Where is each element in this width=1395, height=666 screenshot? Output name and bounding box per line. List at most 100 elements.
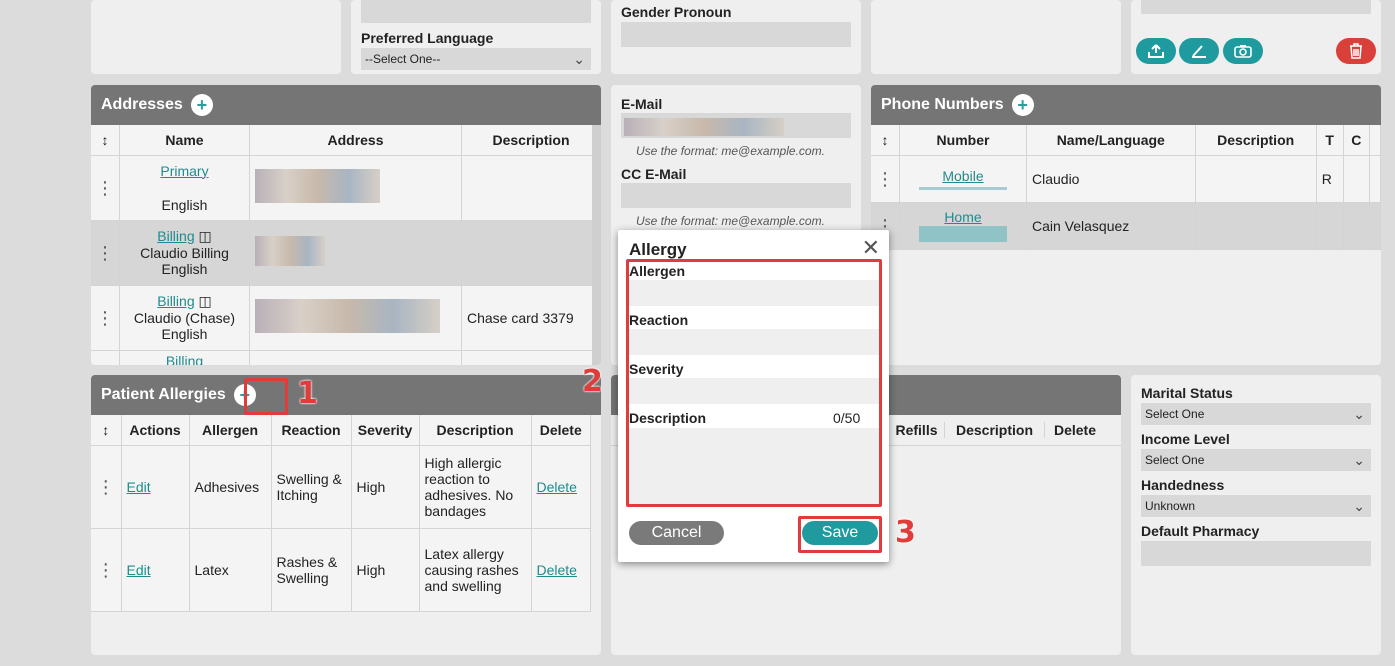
col-description: Description (461, 125, 601, 156)
allergies-header-row: ↕ Actions Allergen Reaction Severity Des… (91, 415, 591, 446)
edit-allergy-link[interactable]: Edit (127, 562, 151, 578)
annotation-box-save (798, 516, 882, 553)
col-delete: Delete (1053, 422, 1097, 438)
scrollbar[interactable] (592, 125, 601, 365)
phone-name: Claudio (1026, 155, 1196, 203)
table-row: Billing (91, 350, 601, 365)
add-address-button[interactable]: + (190, 94, 213, 116)
delete-photo-button[interactable] (1336, 38, 1376, 64)
delete-allergy-link[interactable]: Delete (537, 479, 577, 495)
addresses-header-row: ↕ Name Address Description (91, 125, 601, 156)
cc-email-label: CC E-Mail (621, 166, 687, 182)
sort-handle-icon[interactable]: ↕ (91, 125, 120, 156)
phones-header-row: ↕ Number Name/Language Description T C (871, 125, 1381, 156)
pronoun-panel: Gender Pronoun (611, 0, 861, 74)
addresses-panel: Addresses + ↕ Name Address Description ⋮… (91, 85, 601, 365)
marital-status-label: Marital Status (1141, 385, 1233, 401)
table-row: ⋮ Mobile Claudio R (871, 155, 1381, 203)
allergy-reaction: Rashes & Swelling (271, 528, 352, 612)
row-menu-icon[interactable]: ⋮ (91, 285, 120, 351)
address-name-link[interactable]: Primary (125, 163, 244, 179)
allergy-description: Latex allergy causing rashes and swellin… (419, 528, 532, 612)
phone-c (1343, 202, 1371, 250)
default-pharmacy-label: Default Pharmacy (1141, 523, 1260, 539)
annotation-box-add (244, 378, 288, 415)
address-name-link[interactable]: Billing (157, 293, 194, 309)
gender-pronoun-label: Gender Pronoun (621, 4, 732, 20)
address-language: English (161, 261, 208, 277)
address-description (461, 220, 601, 286)
close-icon[interactable]: ✕ (862, 235, 880, 261)
table-row: ⋮ Billing ◫ Claudio (Chase) English Chas… (91, 285, 601, 351)
sort-handle-icon[interactable]: ↕ (91, 415, 122, 446)
add-phone-button[interactable]: + (1011, 94, 1034, 116)
allergy-severity: High (351, 445, 420, 529)
address-name-link[interactable]: Billing (166, 353, 203, 366)
language-panel: Preferred Language --Select One-- ⌄ (351, 0, 601, 74)
edit-allergy-link[interactable]: Edit (127, 479, 151, 495)
table-row: ⋮ Billing ◫ Claudio Billing English (91, 220, 601, 286)
sort-handle-icon[interactable]: ↕ (871, 125, 900, 156)
row-menu-icon[interactable]: ⋮ (91, 155, 120, 221)
top-left-panel (91, 0, 341, 74)
addresses-header: Addresses + (91, 85, 601, 125)
address-subname: Claudio (Chase) (133, 310, 236, 326)
table-row: ⋮ Home Cain Velasquez (871, 202, 1381, 250)
address-description: Chase card 3379 (461, 285, 601, 351)
phone-t: R (1316, 155, 1344, 203)
camera-button[interactable] (1223, 38, 1263, 64)
allergy-allergen: Adhesives (189, 445, 272, 529)
address-name-link[interactable]: Billing (157, 228, 194, 244)
table-row: ⋮ Edit Adhesives Swelling & Itching High… (91, 445, 591, 529)
col-severity: Severity (351, 415, 420, 446)
phones-table: ↕ Number Name/Language Description T C ⋮… (871, 125, 1381, 250)
email-hint: Use the format: me@example.com. (636, 144, 825, 158)
address-language: English (161, 326, 208, 342)
top-field[interactable] (361, 0, 591, 23)
annotation-number-2: 2 (582, 364, 603, 399)
cancel-button[interactable]: Cancel (629, 521, 724, 545)
preferred-language-select[interactable]: --Select One-- ⌄ (361, 48, 591, 70)
allergy-allergen: Latex (189, 528, 272, 612)
default-pharmacy-field[interactable] (1141, 541, 1371, 566)
phones-panel: Phone Numbers + ↕ Number Name/Language D… (871, 85, 1381, 365)
phone-type-link[interactable]: Home (905, 209, 1021, 225)
row-menu-icon[interactable]: ⋮ (871, 155, 900, 203)
col-description: Description (419, 415, 532, 446)
medications-columns: Refills Description Delete (889, 415, 1105, 445)
sign-button[interactable] (1179, 38, 1219, 64)
handedness-select[interactable]: Unknown ⌄ (1141, 495, 1371, 517)
col-delete: Delete (531, 415, 591, 446)
cc-email-field[interactable] (621, 183, 851, 208)
camera-icon (1234, 45, 1252, 58)
addresses-title: Addresses (101, 96, 183, 113)
row-menu-icon[interactable]: ⋮ (91, 220, 120, 286)
photo-panel (1131, 0, 1381, 74)
dialog-title: Allergy (629, 240, 687, 259)
income-level-select[interactable]: Select One ⌄ (1141, 449, 1371, 471)
phones-title: Phone Numbers (881, 96, 1004, 113)
marital-status-select[interactable]: Select One ⌄ (1141, 403, 1371, 425)
upload-button[interactable] (1136, 38, 1176, 64)
col-description: Description (1195, 125, 1317, 156)
phones-header: Phone Numbers + (871, 85, 1381, 125)
trash-icon (1350, 43, 1362, 59)
gender-pronoun-field[interactable] (621, 22, 851, 47)
chevron-down-icon: ⌄ (1353, 405, 1365, 422)
row-menu-icon[interactable]: ⋮ (91, 445, 122, 529)
phone-type-link[interactable]: Mobile (905, 168, 1021, 184)
phone-description (1195, 155, 1317, 203)
income-level-label: Income Level (1141, 431, 1230, 447)
chevron-down-icon: ⌄ (1353, 451, 1365, 468)
allergies-panel: Patient Allergies + ↕ Actions Allergen R… (91, 375, 601, 655)
email-field[interactable] (621, 113, 851, 138)
row-menu-icon[interactable]: ⋮ (91, 528, 122, 612)
address-value (249, 155, 462, 221)
col-name: Name (119, 125, 250, 156)
table-row: ⋮ Edit Latex Rashes & Swelling High Late… (91, 528, 591, 612)
col-allergen: Allergen (189, 415, 272, 446)
allergy-severity: High (351, 528, 420, 612)
delete-allergy-link[interactable]: Delete (537, 562, 577, 578)
allergies-header: Patient Allergies + (91, 375, 601, 415)
phone-description (1195, 202, 1317, 250)
